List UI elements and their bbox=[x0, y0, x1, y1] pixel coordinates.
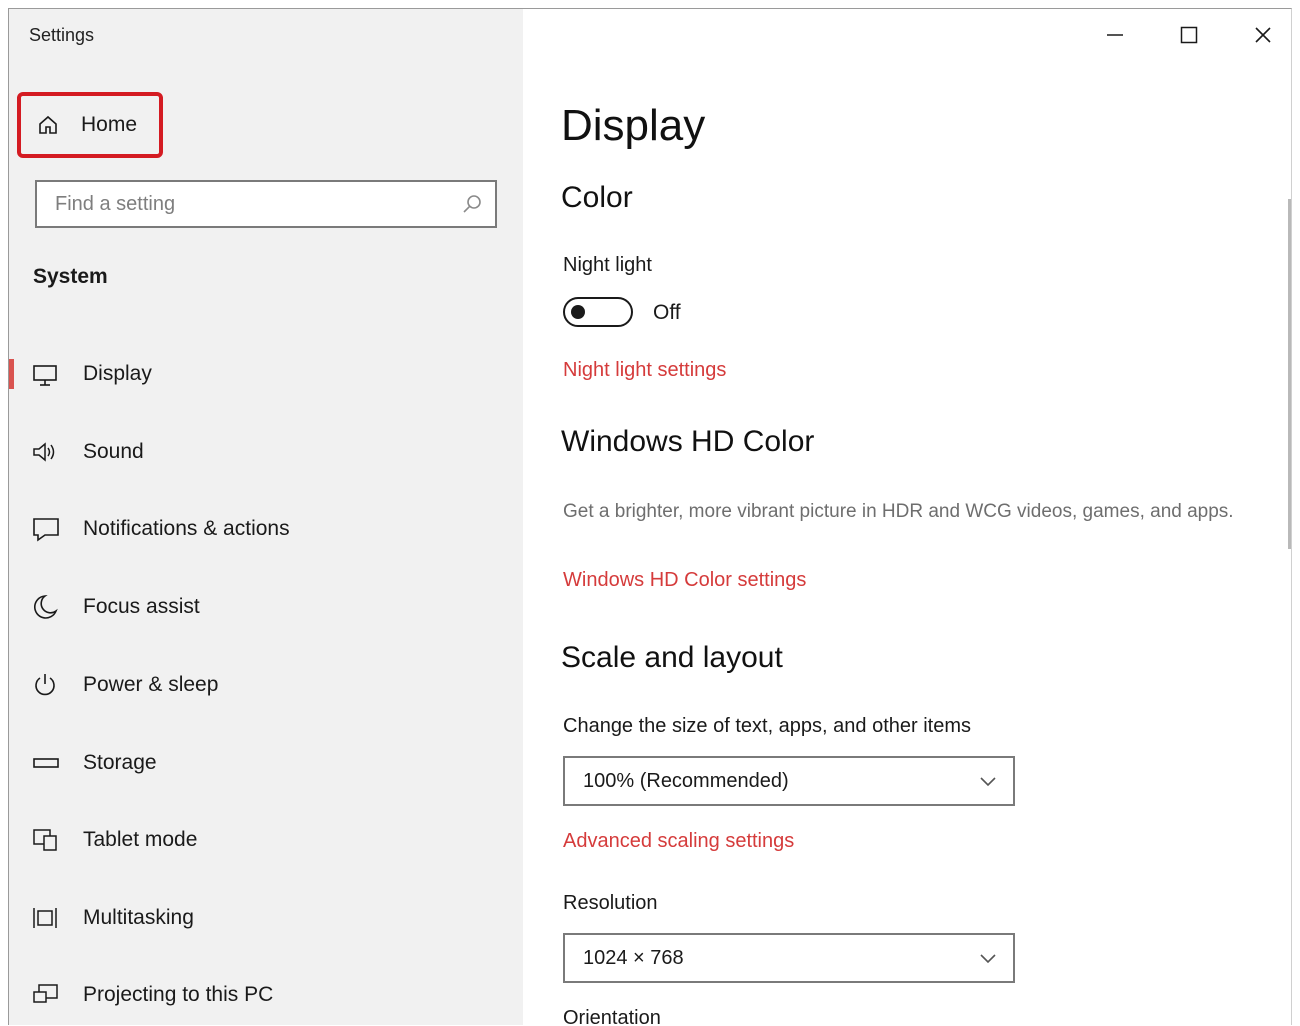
scale-value: 100% (Recommended) bbox=[583, 769, 789, 792]
sidebar-item-label: Multitasking bbox=[83, 906, 194, 929]
night-light-label: Night light bbox=[563, 254, 652, 276]
home-button[interactable]: Home bbox=[17, 92, 163, 158]
size-label: Change the size of text, apps, and other… bbox=[563, 715, 972, 737]
speaker-icon bbox=[31, 438, 61, 466]
hd-color-settings-link[interactable]: Windows HD Color settings bbox=[563, 569, 806, 592]
sidebar-item-label: Power & sleep bbox=[83, 673, 219, 696]
app-title: Settings bbox=[29, 25, 95, 45]
sidebar-item-tablet-mode[interactable]: Tablet mode bbox=[9, 811, 523, 869]
resolution-value: 1024 × 768 bbox=[583, 946, 684, 969]
moon-icon bbox=[31, 593, 61, 621]
advanced-scaling-link[interactable]: Advanced scaling settings bbox=[563, 830, 794, 853]
scale-layout-heading: Scale and layout bbox=[561, 641, 783, 674]
sidebar-item-sound[interactable]: Sound bbox=[9, 423, 523, 481]
home-icon bbox=[37, 114, 59, 136]
storage-icon bbox=[31, 749, 61, 777]
sidebar-item-label: Storage bbox=[83, 751, 157, 774]
sidebar-item-label: Sound bbox=[83, 440, 144, 463]
sidebar-item-label: Notifications & actions bbox=[83, 517, 290, 540]
night-light-state: Off bbox=[653, 301, 681, 324]
multitasking-icon bbox=[31, 904, 61, 932]
resolution-dropdown[interactable]: 1024 × 768 bbox=[563, 933, 1015, 983]
toggle-knob bbox=[571, 305, 585, 319]
color-heading: Color bbox=[561, 181, 633, 214]
scale-dropdown[interactable]: 100% (Recommended) bbox=[563, 756, 1015, 806]
notification-icon bbox=[31, 515, 61, 543]
sidebar-item-storage[interactable]: Storage bbox=[9, 734, 523, 792]
sidebar-item-label: Display bbox=[83, 362, 152, 385]
sidebar-item-power-sleep[interactable]: Power & sleep bbox=[9, 656, 523, 714]
sidebar-item-multitasking[interactable]: Multitasking bbox=[9, 889, 523, 947]
sidebar-item-focus-assist[interactable]: Focus assist bbox=[9, 578, 523, 636]
section-title-system: System bbox=[33, 265, 108, 288]
search-box[interactable] bbox=[35, 180, 497, 228]
scrollbar[interactable] bbox=[1288, 199, 1291, 549]
sidebar-item-label: Projecting to this PC bbox=[83, 983, 274, 1006]
hd-color-description: Get a brighter, more vibrant picture in … bbox=[563, 501, 1234, 522]
sidebar: Settings Home System Display Sou bbox=[9, 9, 523, 1025]
sidebar-item-display[interactable]: Display bbox=[9, 345, 523, 403]
night-light-toggle[interactable] bbox=[563, 297, 633, 327]
sidebar-item-label: Focus assist bbox=[83, 595, 200, 618]
chevron-down-icon bbox=[977, 947, 999, 969]
resolution-label: Resolution bbox=[563, 892, 658, 914]
selected-indicator bbox=[9, 359, 14, 389]
hd-color-heading: Windows HD Color bbox=[561, 425, 815, 458]
home-label: Home bbox=[81, 113, 138, 136]
search-icon[interactable] bbox=[461, 193, 483, 215]
settings-window: Settings Home System Display Sou bbox=[8, 8, 1292, 1025]
page-title: Display bbox=[561, 101, 706, 150]
projecting-icon bbox=[31, 981, 61, 1009]
sidebar-item-notifications[interactable]: Notifications & actions bbox=[9, 500, 523, 558]
power-icon bbox=[31, 671, 61, 699]
main-content: Display Color Night light Off Night ligh… bbox=[523, 9, 1291, 1025]
search-input[interactable] bbox=[53, 181, 461, 227]
orientation-label: Orientation bbox=[563, 1007, 661, 1025]
sidebar-item-label: Tablet mode bbox=[83, 828, 198, 851]
monitor-icon bbox=[31, 360, 61, 388]
chevron-down-icon bbox=[977, 770, 999, 792]
tablet-mode-icon bbox=[31, 826, 61, 854]
night-light-settings-link[interactable]: Night light settings bbox=[563, 359, 726, 382]
sidebar-item-projecting[interactable]: Projecting to this PC bbox=[9, 966, 523, 1024]
